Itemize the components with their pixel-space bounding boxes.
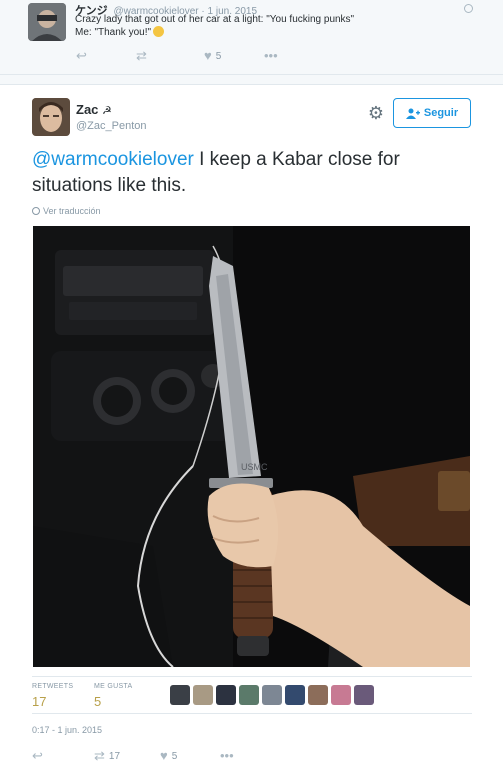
gear-icon[interactable]: ⚙ (365, 102, 387, 124)
usmc-engraving: USMC (241, 462, 268, 472)
liker-avatar[interactable] (193, 685, 213, 705)
tweet-timestamp[interactable]: 0:17 - 1 jun. 2015 (32, 725, 102, 735)
tweet-text: @warmcookielover I keep a Kabar close fo… (32, 147, 477, 199)
liker-avatar[interactable] (239, 685, 259, 705)
mention-link[interactable]: @warmcookielover (32, 149, 194, 170)
parent-avatar[interactable] (28, 3, 66, 41)
parent-retweet-button[interactable]: ⇄ (136, 49, 147, 63)
more-icon: ••• (220, 748, 234, 763)
author-name-text: Zac (76, 102, 99, 117)
liker-avatar[interactable] (308, 685, 328, 705)
retweet-count: 17 (108, 750, 121, 762)
reply-button[interactable]: ↩ (32, 749, 43, 763)
heart-icon: ♥ (160, 748, 168, 763)
liker-avatar[interactable] (331, 685, 351, 705)
parent-like-button[interactable]: ♥ 5 (204, 49, 221, 63)
globe-icon (32, 207, 40, 215)
retweet-icon: ⇄ (94, 748, 105, 763)
reply-icon: ↩ (76, 48, 87, 63)
liker-avatar[interactable] (285, 685, 305, 705)
retweets-count: 17 (32, 694, 47, 709)
laughing-emoji-icon (153, 26, 165, 37)
like-button[interactable]: ♥ 5 (160, 749, 177, 763)
tweet-actions: ↩ ⇄ 17 ♥ 5 ••• (32, 749, 272, 765)
tweet-stats: RETWEETS 17 ME GUSTA 5 (32, 676, 472, 714)
hammer-sickle-icon: ☭ (102, 105, 112, 117)
main-tweet: Zac ☭ @Zac_Penton ⚙ Seguir @warmcookielo… (0, 84, 503, 768)
likes-stat[interactable]: ME GUSTA 5 (94, 683, 132, 709)
liker-avatar[interactable] (216, 685, 236, 705)
parent-options-icon[interactable] (464, 4, 473, 13)
follow-button[interactable]: Seguir (393, 98, 471, 128)
parent-more-button[interactable]: ••• (264, 49, 278, 63)
retweet-button[interactable]: ⇄ 17 (94, 749, 120, 763)
liker-avatar[interactable] (170, 685, 190, 705)
reply-icon: ↩ (32, 748, 43, 763)
like-count: 5 (171, 750, 178, 762)
more-icon: ••• (264, 48, 278, 63)
author-avatar[interactable] (32, 98, 70, 136)
retweets-stat[interactable]: RETWEETS 17 (32, 683, 73, 709)
likes-label: ME GUSTA (94, 683, 133, 690)
parent-tweet-text: Crazy lady that got out of her car at a … (75, 14, 455, 39)
likes-count: 5 (94, 694, 102, 709)
author-handle[interactable]: @Zac_Penton (76, 120, 147, 132)
follow-label: Seguir (423, 107, 459, 119)
liker-avatars (170, 685, 374, 705)
tweet-photo[interactable]: USMC (33, 226, 470, 667)
retweet-icon: ⇄ (136, 48, 147, 63)
parent-reply-button[interactable]: ↩ (76, 49, 87, 63)
more-button[interactable]: ••• (220, 749, 234, 763)
parent-text-line-2: Me: "Thank you!" (75, 27, 152, 38)
parent-actions: ↩ ⇄ ♥ 5 ••• (76, 49, 336, 65)
retweets-label: RETWEETS (32, 683, 74, 690)
heart-icon: ♥ (204, 48, 212, 63)
translate-link[interactable]: Ver traducción (32, 206, 101, 216)
parent-text-line-1: Crazy lady that got out of her car at a … (75, 14, 355, 25)
liker-avatar[interactable] (354, 685, 374, 705)
parent-like-count: 5 (215, 50, 222, 62)
add-user-icon (405, 108, 420, 119)
knife-in-car-image: USMC (33, 226, 470, 667)
translate-label: Ver traducción (43, 206, 101, 216)
liker-avatar[interactable] (262, 685, 282, 705)
author-name[interactable]: Zac ☭ (76, 102, 112, 117)
parent-tweet[interactable]: ケンジ @warmcookielover · 1 jun. 2015 Crazy… (0, 0, 503, 75)
